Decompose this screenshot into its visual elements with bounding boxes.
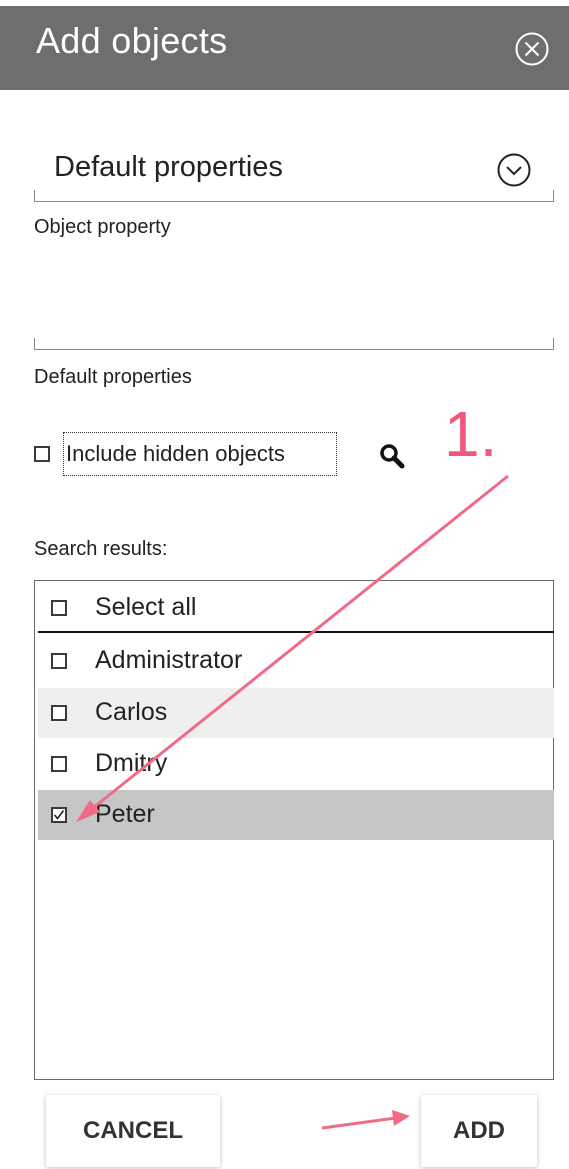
- item-label: Administrator: [95, 646, 243, 674]
- select-all-label: Select all: [95, 593, 197, 621]
- item-checkbox-checked[interactable]: [51, 807, 67, 823]
- search-results-list: Select all Administrator Carlos Dmitry P…: [34, 580, 554, 1080]
- search-icon[interactable]: [376, 440, 410, 474]
- item-label: Dmitry: [95, 749, 168, 777]
- default-properties-field[interactable]: [34, 250, 554, 350]
- include-hidden-checkbox[interactable]: [34, 446, 50, 462]
- dialog-titlebar: Add objects: [0, 6, 569, 90]
- dialog-title: Add objects: [36, 20, 228, 61]
- search-results-label: Search results:: [34, 538, 168, 560]
- close-icon[interactable]: [514, 31, 550, 67]
- arrow-to-add: [321, 1110, 410, 1130]
- dropdown-underline: [34, 190, 554, 202]
- cancel-button[interactable]: CANCEL: [46, 1095, 220, 1167]
- include-hidden-label[interactable]: Include hidden objects: [63, 432, 337, 476]
- default-properties-label: Default properties: [34, 366, 192, 388]
- checkmark-icon: [53, 810, 65, 820]
- field-underline: [34, 338, 554, 350]
- list-item[interactable]: Dmitry: [38, 739, 554, 789]
- step-annotation-label: 1.: [444, 398, 498, 470]
- chevron-down-icon[interactable]: [496, 152, 532, 188]
- list-item[interactable]: Carlos: [38, 688, 554, 738]
- dropdown-selected-value: Default properties: [54, 151, 283, 183]
- object-property-label: Object property: [34, 216, 171, 238]
- add-button[interactable]: ADD: [421, 1095, 537, 1167]
- item-label: Peter: [95, 800, 155, 828]
- item-checkbox[interactable]: [51, 653, 67, 669]
- item-checkbox[interactable]: [51, 756, 67, 772]
- item-label: Carlos: [95, 698, 168, 726]
- list-item[interactable]: Peter: [38, 790, 554, 840]
- object-property-dropdown[interactable]: Default properties: [34, 138, 554, 202]
- select-all-checkbox[interactable]: [51, 600, 67, 616]
- list-item[interactable]: Administrator: [38, 636, 554, 686]
- item-checkbox[interactable]: [51, 705, 67, 721]
- select-all-row[interactable]: Select all: [38, 583, 554, 633]
